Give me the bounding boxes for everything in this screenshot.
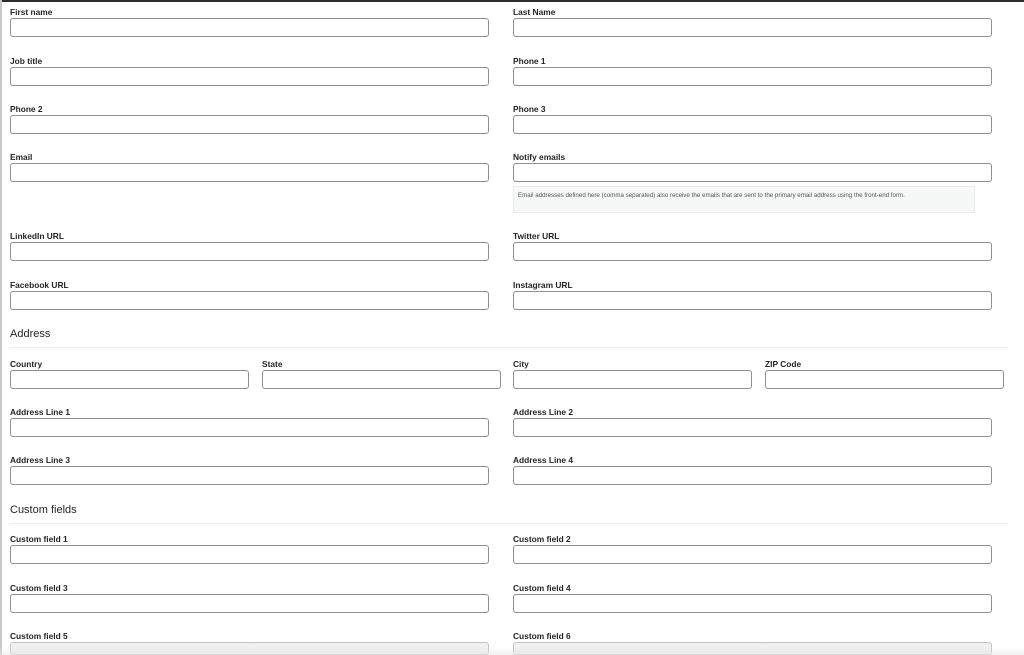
notify-emails-label: Notify emails: [513, 152, 566, 162]
address-heading: Address: [10, 328, 51, 340]
address-line3-input[interactable]: [10, 466, 489, 485]
custom-field3-input[interactable]: [10, 594, 489, 613]
address-line1-input[interactable]: [10, 418, 489, 437]
instagram-input[interactable]: [513, 291, 992, 310]
linkedin-input[interactable]: [10, 242, 489, 261]
phone2-input[interactable]: [10, 115, 489, 134]
zip-input[interactable]: [765, 370, 1004, 389]
instagram-label: Instagram URL: [513, 280, 573, 290]
custom-field2-label: Custom field 2: [513, 534, 571, 544]
last-name-input[interactable]: [513, 18, 992, 37]
first-name-label: First name: [10, 7, 53, 17]
email-label: Email: [10, 152, 33, 162]
facebook-label: Facebook URL: [10, 280, 69, 290]
phone3-label: Phone 3: [513, 104, 546, 114]
address-line4-input[interactable]: [513, 466, 992, 485]
phone1-input[interactable]: [513, 67, 992, 86]
address-line1-label: Address Line 1: [10, 407, 71, 417]
custom-field4-input[interactable]: [513, 594, 992, 613]
country-label: Country: [10, 359, 43, 369]
custom-field3-label: Custom field 3: [10, 583, 68, 593]
notify-emails-description: Email addresses defined here (comma sepa…: [513, 186, 975, 213]
top-border: [0, 0, 1024, 2]
custom-field1-input[interactable]: [10, 545, 489, 564]
custom-field6-label: Custom field 6: [513, 631, 571, 641]
city-input[interactable]: [513, 370, 752, 389]
last-name-label: Last Name: [513, 7, 556, 17]
first-name-input[interactable]: [10, 18, 489, 37]
custom-field2-input[interactable]: [513, 545, 992, 564]
phone1-label: Phone 1: [513, 56, 546, 66]
phone3-input[interactable]: [513, 115, 992, 134]
phone2-label: Phone 2: [10, 104, 43, 114]
email-input[interactable]: [10, 163, 489, 182]
city-label: City: [513, 359, 529, 369]
custom-field6-input[interactable]: [513, 642, 992, 655]
state-input[interactable]: [262, 370, 501, 389]
address-line4-label: Address Line 4: [513, 455, 574, 465]
custom-field4-label: Custom field 4: [513, 583, 571, 593]
job-title-input[interactable]: [10, 67, 489, 86]
custom-field1-label: Custom field 1: [10, 534, 68, 544]
notify-emails-input[interactable]: [513, 163, 992, 182]
state-label: State: [262, 359, 283, 369]
country-input[interactable]: [10, 370, 249, 389]
twitter-input[interactable]: [513, 242, 992, 261]
custom-field5-input[interactable]: [10, 642, 489, 655]
address-line2-input[interactable]: [513, 418, 992, 437]
custom-fields-heading: Custom fields: [10, 504, 77, 516]
custom-field5-label: Custom field 5: [10, 631, 68, 641]
address-divider: [10, 347, 1008, 348]
address-line3-label: Address Line 3: [10, 455, 71, 465]
custom-fields-divider: [10, 523, 1008, 524]
address-line2-label: Address Line 2: [513, 407, 574, 417]
zip-label: ZIP Code: [765, 359, 802, 369]
job-title-label: Job title: [10, 56, 43, 66]
twitter-label: Twitter URL: [513, 231, 560, 241]
left-border: [0, 0, 2, 655]
facebook-input[interactable]: [10, 291, 489, 310]
linkedin-label: LinkedIn URL: [10, 231, 64, 241]
